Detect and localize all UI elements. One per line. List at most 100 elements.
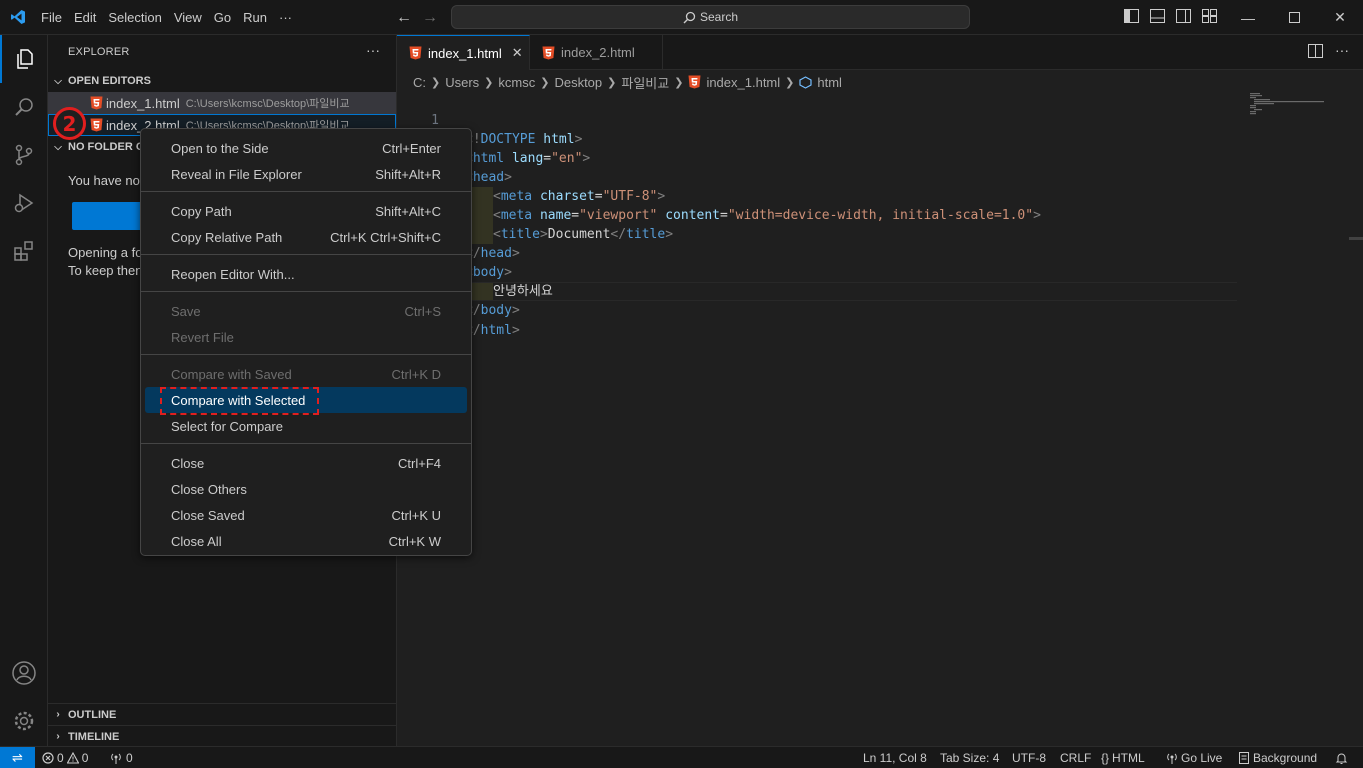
code-line: 5 <meta name="viewport" content="width=d… (397, 168, 1237, 225)
menu-copy-relative-path[interactable]: Copy Relative Path Ctrl+K Ctrl+Shift+C (145, 224, 467, 250)
menu-file[interactable]: File (35, 0, 68, 35)
tab-size[interactable]: Tab Size: 4 (940, 747, 999, 768)
close-tab-icon[interactable]: ✕ (512, 45, 523, 61)
toggle-panel-icon[interactable] (1148, 7, 1166, 25)
menu-label: Reveal in File Explorer (171, 166, 302, 182)
toggle-primary-sidebar-icon[interactable] (1122, 7, 1140, 25)
problems-indicator[interactable]: 0 0 (42, 747, 88, 768)
tab-index-1[interactable]: index_1.html ✕ (397, 35, 530, 70)
menu-select-for-compare[interactable]: Select for Compare (145, 413, 467, 439)
split-editor-icon[interactable] (1308, 44, 1323, 61)
run-debug-icon[interactable] (0, 179, 48, 227)
menu-more[interactable]: ··· (273, 0, 298, 35)
menu-reopen-editor-with[interactable]: Reopen Editor With... (145, 261, 467, 287)
toggle-secondary-sidebar-icon[interactable] (1174, 7, 1192, 25)
tab-index-2[interactable]: index_2.html (530, 35, 663, 70)
forward-arrow-icon[interactable]: → (420, 8, 440, 28)
vscode-logo-icon (0, 0, 35, 35)
no-folder-label: NO FOLDER O (68, 141, 145, 153)
menu-shortcut: Ctrl+F4 (398, 455, 441, 471)
editor-more-icon[interactable]: ··· (1335, 42, 1349, 58)
breadcrumb-item[interactable]: Users (445, 75, 479, 90)
breadcrumb-item[interactable]: Desktop (554, 75, 602, 90)
background-button[interactable]: Background (1238, 747, 1317, 768)
breadcrumb-item[interactable]: 파일비교 (621, 73, 669, 92)
code-line: 7 </head> (397, 206, 1237, 261)
html5-file-icon (688, 75, 701, 89)
menu-label: Compare with Saved (171, 366, 292, 382)
editor-scrollbar[interactable] (1349, 237, 1363, 240)
search-label: Search (699, 10, 739, 24)
encoding[interactable]: UTF-8 (1012, 747, 1046, 768)
search-icon (683, 11, 696, 23)
open-editors-label: OPEN EDITORS (68, 75, 151, 87)
cursor-position[interactable]: Ln 11, Col 8 (863, 747, 927, 768)
menu-revert-file[interactable]: Revert File (145, 324, 467, 350)
settings-gear-icon[interactable] (0, 697, 48, 745)
sidebar-more-icon[interactable]: ··· (366, 42, 380, 58)
menu-open-to-side[interactable]: Open to the Side Ctrl+Enter (145, 135, 467, 161)
minimize-icon[interactable]: — (1225, 0, 1271, 35)
notifications-bell-icon[interactable] (1335, 747, 1348, 768)
title-bar: File Edit Selection View Go Run ··· ← → … (0, 0, 1363, 35)
search-box[interactable]: Search (451, 5, 970, 29)
menu-shortcut: Ctrl+S (404, 303, 441, 319)
remote-connection-icon[interactable]: ⇌ (0, 747, 35, 768)
open-editors-header[interactable]: ⌵ OPEN EDITORS (48, 70, 397, 92)
menu-edit[interactable]: Edit (68, 0, 102, 35)
menu-close[interactable]: Close Ctrl+F4 (145, 450, 467, 476)
chevron-right-icon: › (56, 709, 60, 720)
timeline-label: TIMELINE (68, 730, 120, 743)
html5-file-icon (409, 46, 422, 60)
search-view-icon[interactable] (0, 83, 48, 131)
broadcast-icon (111, 753, 121, 764)
menu-reveal-in-explorer[interactable]: Reveal in File Explorer Shift+Alt+R (145, 161, 467, 187)
menu-label: Copy Path (171, 203, 232, 219)
menu-go[interactable]: Go (208, 0, 237, 35)
chevron-right-icon: › (56, 731, 60, 742)
chevron-right-icon: ❯ (674, 76, 684, 89)
minimap[interactable] (1246, 92, 1346, 122)
open-editor-item-index-1[interactable]: ✕ index_1.html C:\Users\kcmsc\Desktop\파일… (48, 92, 396, 114)
open-editor-path: C:\Users\kcmsc\Desktop\파일비교 (185, 98, 350, 110)
ports-indicator[interactable]: 0 (109, 747, 133, 768)
code-line: 1 <!DOCTYPE html> (397, 92, 1237, 147)
html5-file-icon (542, 46, 555, 59)
customize-layout-icon[interactable] (1200, 7, 1218, 25)
keep-extensions-message: To keep then (68, 263, 143, 278)
menu-selection[interactable]: Selection (102, 0, 167, 35)
menu-save[interactable]: Save Ctrl+S (145, 298, 467, 324)
menu-shortcut: Ctrl+Enter (382, 140, 441, 156)
extensions-icon[interactable] (0, 227, 48, 275)
end-of-line[interactable]: CRLF (1060, 747, 1091, 768)
warning-count: 0 (81, 751, 89, 765)
timeline-header[interactable]: › TIMELINE (48, 725, 397, 747)
close-window-icon[interactable]: ✕ (1317, 0, 1363, 35)
menu-label: Open to the Side (171, 140, 269, 156)
menu-close-saved[interactable]: Close Saved Ctrl+K U (145, 502, 467, 528)
menu-copy-path[interactable]: Copy Path Shift+Alt+C (145, 198, 467, 224)
menu-shortcut: Ctrl+K W (388, 533, 441, 549)
language-mode[interactable]: {} HTML (1101, 747, 1145, 768)
menu-run[interactable]: Run (237, 0, 273, 35)
menu-label: Select for Compare (171, 418, 283, 434)
accounts-icon[interactable] (0, 649, 48, 697)
breadcrumb-item[interactable]: C: (413, 75, 426, 90)
breadcrumb-item[interactable]: kcmsc (498, 75, 535, 90)
menu-shortcut: Shift+Alt+C (375, 203, 441, 219)
menu-close-all[interactable]: Close All Ctrl+K W (145, 528, 467, 554)
explorer-icon[interactable] (0, 35, 48, 83)
language-label: HTML (1112, 751, 1145, 765)
code-editor[interactable]: 1 <!DOCTYPE html> 2 <html lang="en"> 3 <… (397, 92, 1363, 746)
source-control-icon[interactable] (0, 131, 48, 179)
menu-close-others[interactable]: Close Others (145, 476, 467, 502)
outline-header[interactable]: › OUTLINE (48, 703, 397, 725)
breadcrumb-item[interactable]: index_1.html (706, 75, 780, 90)
menu-compare-with-saved[interactable]: Compare with Saved Ctrl+K D (145, 361, 467, 387)
open-editor-name: index_1.html (106, 95, 180, 111)
maximize-icon[interactable] (1271, 0, 1317, 35)
menu-view[interactable]: View (168, 0, 208, 35)
back-arrow-icon[interactable]: ← (394, 8, 414, 28)
breadcrumb-item[interactable]: html (817, 75, 842, 90)
go-live-button[interactable]: Go Live (1166, 747, 1222, 768)
